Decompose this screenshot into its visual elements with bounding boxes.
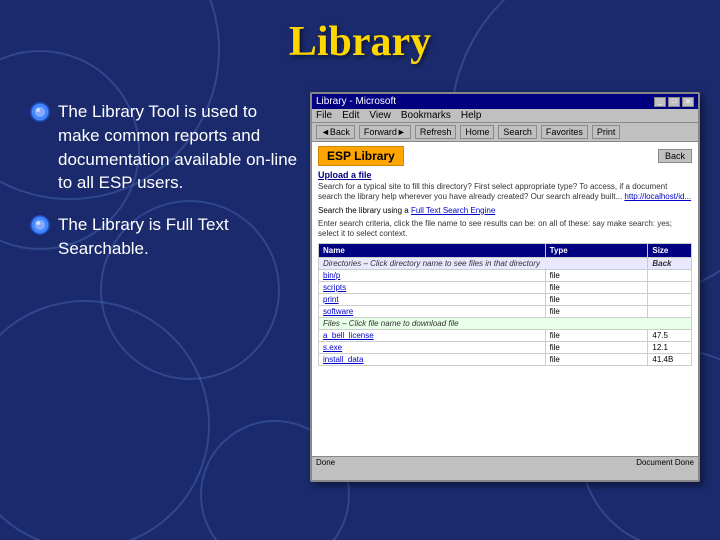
esp-back-button[interactable]: Back [658, 149, 692, 163]
menu-file[interactable]: File [316, 110, 332, 121]
browser-titlebar: Library - Microsoft _ □ ✕ [312, 94, 698, 109]
table-back-cell[interactable]: Back [648, 257, 692, 269]
bullet-icon-1 [30, 102, 50, 122]
page-title: Library [0, 18, 720, 66]
table-row: software file [319, 305, 692, 317]
search-prefix-text: Search the library using a [318, 206, 409, 215]
table-row: install_data file 41.4B [319, 353, 692, 365]
minimize-button[interactable]: _ [654, 97, 666, 107]
esp-header: ESP Library Back [318, 146, 692, 166]
search-desc-text: Enter search criteria, click the file na… [318, 219, 692, 240]
file-type-3: file [545, 353, 648, 365]
page-content: ESP Library Back Upload a file Search fo… [312, 142, 698, 456]
favorites-button[interactable]: Favorites [541, 125, 588, 139]
dir-link-3[interactable]: print [319, 293, 546, 305]
main-content: The Library Tool is used to make common … [0, 0, 720, 540]
table-row: scripts file [319, 281, 692, 293]
search-section-label: Search the library using a Full Text Sea… [318, 206, 692, 215]
upload-section-label: Upload a file [318, 170, 692, 180]
dir-size-1 [648, 269, 692, 281]
file-link-3[interactable]: install_data [319, 353, 546, 365]
table-row: print file [319, 293, 692, 305]
dir-link-4[interactable]: software [319, 305, 546, 317]
dir-type-1: file [545, 269, 648, 281]
file-header-row: Files – Click file name to download file [319, 317, 692, 329]
menu-edit[interactable]: Edit [342, 110, 359, 121]
dir-header-text: Directories – Click directory name to se… [319, 257, 648, 269]
dir-link-2[interactable]: scripts [319, 281, 546, 293]
dir-size-2 [648, 281, 692, 293]
directory-header-row: Directories – Click directory name to se… [319, 257, 692, 269]
col-type: Type [545, 243, 648, 257]
bullet-text-2: The Library is Full Text Searchable. [58, 213, 300, 261]
dir-type-2: file [545, 281, 648, 293]
file-size-2: 12.1 [648, 341, 692, 353]
refresh-button[interactable]: Refresh [415, 125, 457, 139]
status-bar: Done Document Done [312, 456, 698, 468]
print-button[interactable]: Print [592, 125, 621, 139]
dir-type-3: file [545, 293, 648, 305]
forward-button[interactable]: Forward► [359, 125, 411, 139]
browser-title-text: Library - Microsoft [316, 96, 396, 107]
file-link-2[interactable]: s.exe [319, 341, 546, 353]
menu-bookmarks[interactable]: Bookmarks [401, 110, 451, 121]
maximize-button[interactable]: □ [668, 97, 680, 107]
status-right-text: Document Done [636, 458, 694, 467]
table-row: bin/p file [319, 269, 692, 281]
menu-view[interactable]: View [369, 110, 391, 121]
bullet-item-1: The Library Tool is used to make common … [30, 100, 300, 195]
full-text-search-link[interactable]: Full Text Search Engine [411, 206, 495, 215]
esp-library-title: ESP Library [318, 146, 404, 166]
file-type-1: file [545, 329, 648, 341]
file-size-1: 47.5 [648, 329, 692, 341]
menu-help[interactable]: Help [461, 110, 482, 121]
file-size-3: 41.4B [648, 353, 692, 365]
bullet-icon-2 [30, 215, 50, 235]
upload-desc-text: Search for a typical site to fill this d… [318, 182, 692, 203]
status-text: Done [316, 458, 335, 467]
col-name: Name [319, 243, 546, 257]
file-header-text: Files – Click file name to download file [319, 317, 692, 329]
col-size: Size [648, 243, 692, 257]
back-nav-button[interactable]: ◄Back [316, 125, 355, 139]
home-button[interactable]: Home [460, 125, 494, 139]
dir-link-1[interactable]: bin/p [319, 269, 546, 281]
file-table: Name Type Size Directories – Click direc… [318, 243, 692, 366]
bullet-text-1: The Library Tool is used to make common … [58, 100, 300, 195]
close-button[interactable]: ✕ [682, 97, 694, 107]
browser-menubar: File Edit View Bookmarks Help [312, 109, 698, 123]
dir-size-4 [648, 305, 692, 317]
left-panel: The Library Tool is used to make common … [20, 20, 300, 520]
dir-type-4: file [545, 305, 648, 317]
search-nav-button[interactable]: Search [498, 125, 537, 139]
browser-window: Library - Microsoft _ □ ✕ File Edit View… [310, 92, 700, 482]
file-link-1[interactable]: a_bell_license [319, 329, 546, 341]
right-panel: Library - Microsoft _ □ ✕ File Edit View… [300, 20, 720, 520]
table-row: a_bell_license file 47.5 [319, 329, 692, 341]
bullet-item-2: The Library is Full Text Searchable. [30, 213, 300, 261]
browser-controls: _ □ ✕ [654, 97, 694, 107]
browser-toolbar: ◄Back Forward► Refresh Home Search Favor… [312, 123, 698, 142]
dir-size-3 [648, 293, 692, 305]
table-row: s.exe file 12.1 [319, 341, 692, 353]
file-type-2: file [545, 341, 648, 353]
